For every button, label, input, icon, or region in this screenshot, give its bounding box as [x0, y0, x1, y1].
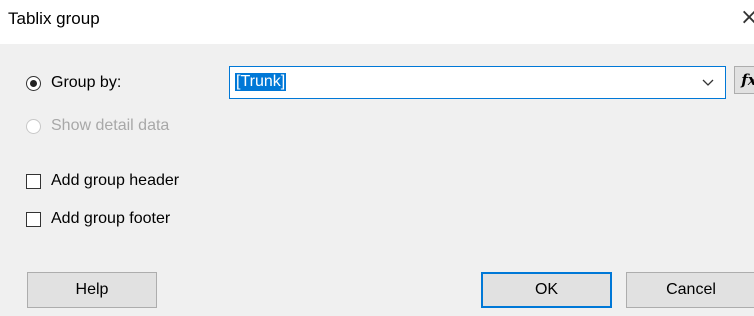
add-group-footer-label: Add group footer	[51, 210, 171, 227]
dialog-title: Tablix group	[8, 9, 100, 28]
show-detail-label: Show detail data	[51, 117, 170, 134]
cancel-button[interactable]: Cancel	[626, 272, 754, 308]
group-expression-value: [Trunk]	[235, 73, 287, 91]
title-bar: Tablix group ×	[0, 0, 754, 44]
expression-fx-button[interactable]: fx	[734, 66, 754, 94]
group-by-radio[interactable]	[26, 75, 41, 91]
add-group-footer-checkbox[interactable]	[26, 211, 41, 227]
group-by-option[interactable]: Group by:	[26, 74, 121, 92]
chevron-down-icon[interactable]	[701, 75, 715, 89]
add-group-header-label: Add group header	[51, 172, 180, 189]
ok-button[interactable]: OK	[481, 272, 612, 308]
add-group-header-checkbox[interactable]	[26, 173, 41, 189]
add-group-footer-option[interactable]: Add group footer	[26, 210, 170, 228]
group-by-label: Group by:	[51, 74, 122, 91]
close-icon[interactable]: ×	[740, 7, 754, 29]
add-group-header-option[interactable]: Add group header	[26, 172, 179, 190]
show-detail-option: Show detail data	[26, 117, 169, 135]
group-expression-combo[interactable]: [Trunk]	[229, 66, 726, 99]
help-button[interactable]: Help	[27, 272, 157, 308]
show-detail-radio	[26, 118, 41, 134]
